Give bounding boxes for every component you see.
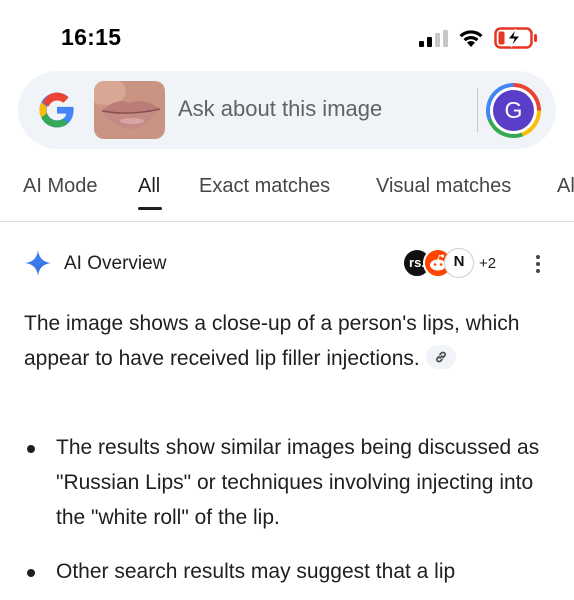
ai-overview-summary: The image shows a close-up of a person's… — [24, 306, 554, 376]
source-favicons[interactable]: rs. N — [402, 248, 482, 280]
status-bar: 16:15 — [0, 0, 574, 70]
account-avatar[interactable]: G — [486, 83, 541, 138]
source-favicon-n[interactable]: N — [444, 248, 474, 278]
battery-charging-icon — [494, 27, 537, 49]
list-item: The results show similar images being di… — [24, 430, 554, 535]
more-sources-count[interactable]: +2 — [479, 255, 496, 272]
ai-overview-bullets: The results show similar images being di… — [24, 430, 554, 589]
tab-all[interactable]: All — [138, 175, 160, 198]
ai-overview-title: AI Overview — [64, 253, 167, 274]
bullet-text: Other search results may suggest that a … — [56, 560, 456, 583]
search-input[interactable]: Ask about this image — [178, 96, 382, 122]
tab-visual-matches[interactable]: Visual matches — [376, 175, 511, 198]
bullet-text: The results show similar images being di… — [56, 436, 540, 529]
tab-more[interactable]: Al — [557, 175, 574, 198]
more-options-icon[interactable] — [530, 253, 546, 277]
tab-exact-matches[interactable]: Exact matches — [199, 175, 330, 198]
search-divider — [477, 88, 478, 132]
cellular-signal-icon — [419, 30, 448, 47]
search-tabs: AI Mode All Exact matches Visual matches… — [0, 160, 574, 222]
wifi-icon — [459, 30, 483, 47]
bullet-icon — [27, 445, 35, 453]
avatar-letter: G — [493, 90, 534, 131]
ai-sparkle-icon — [25, 250, 51, 276]
bullet-icon — [27, 569, 35, 577]
active-tab-indicator — [138, 207, 162, 210]
tab-ai-mode[interactable]: AI Mode — [23, 175, 97, 198]
ai-overview-header: AI Overview rs. N +2 — [0, 245, 574, 285]
link-chip[interactable] — [425, 345, 456, 370]
google-g-logo[interactable] — [38, 91, 76, 129]
search-bar[interactable]: Ask about this image G — [18, 71, 556, 149]
status-time: 16:15 — [61, 24, 122, 50]
list-item: Other search results may suggest that a … — [24, 554, 554, 589]
lips-image-thumbnail[interactable] — [94, 81, 165, 139]
link-icon — [435, 352, 446, 363]
